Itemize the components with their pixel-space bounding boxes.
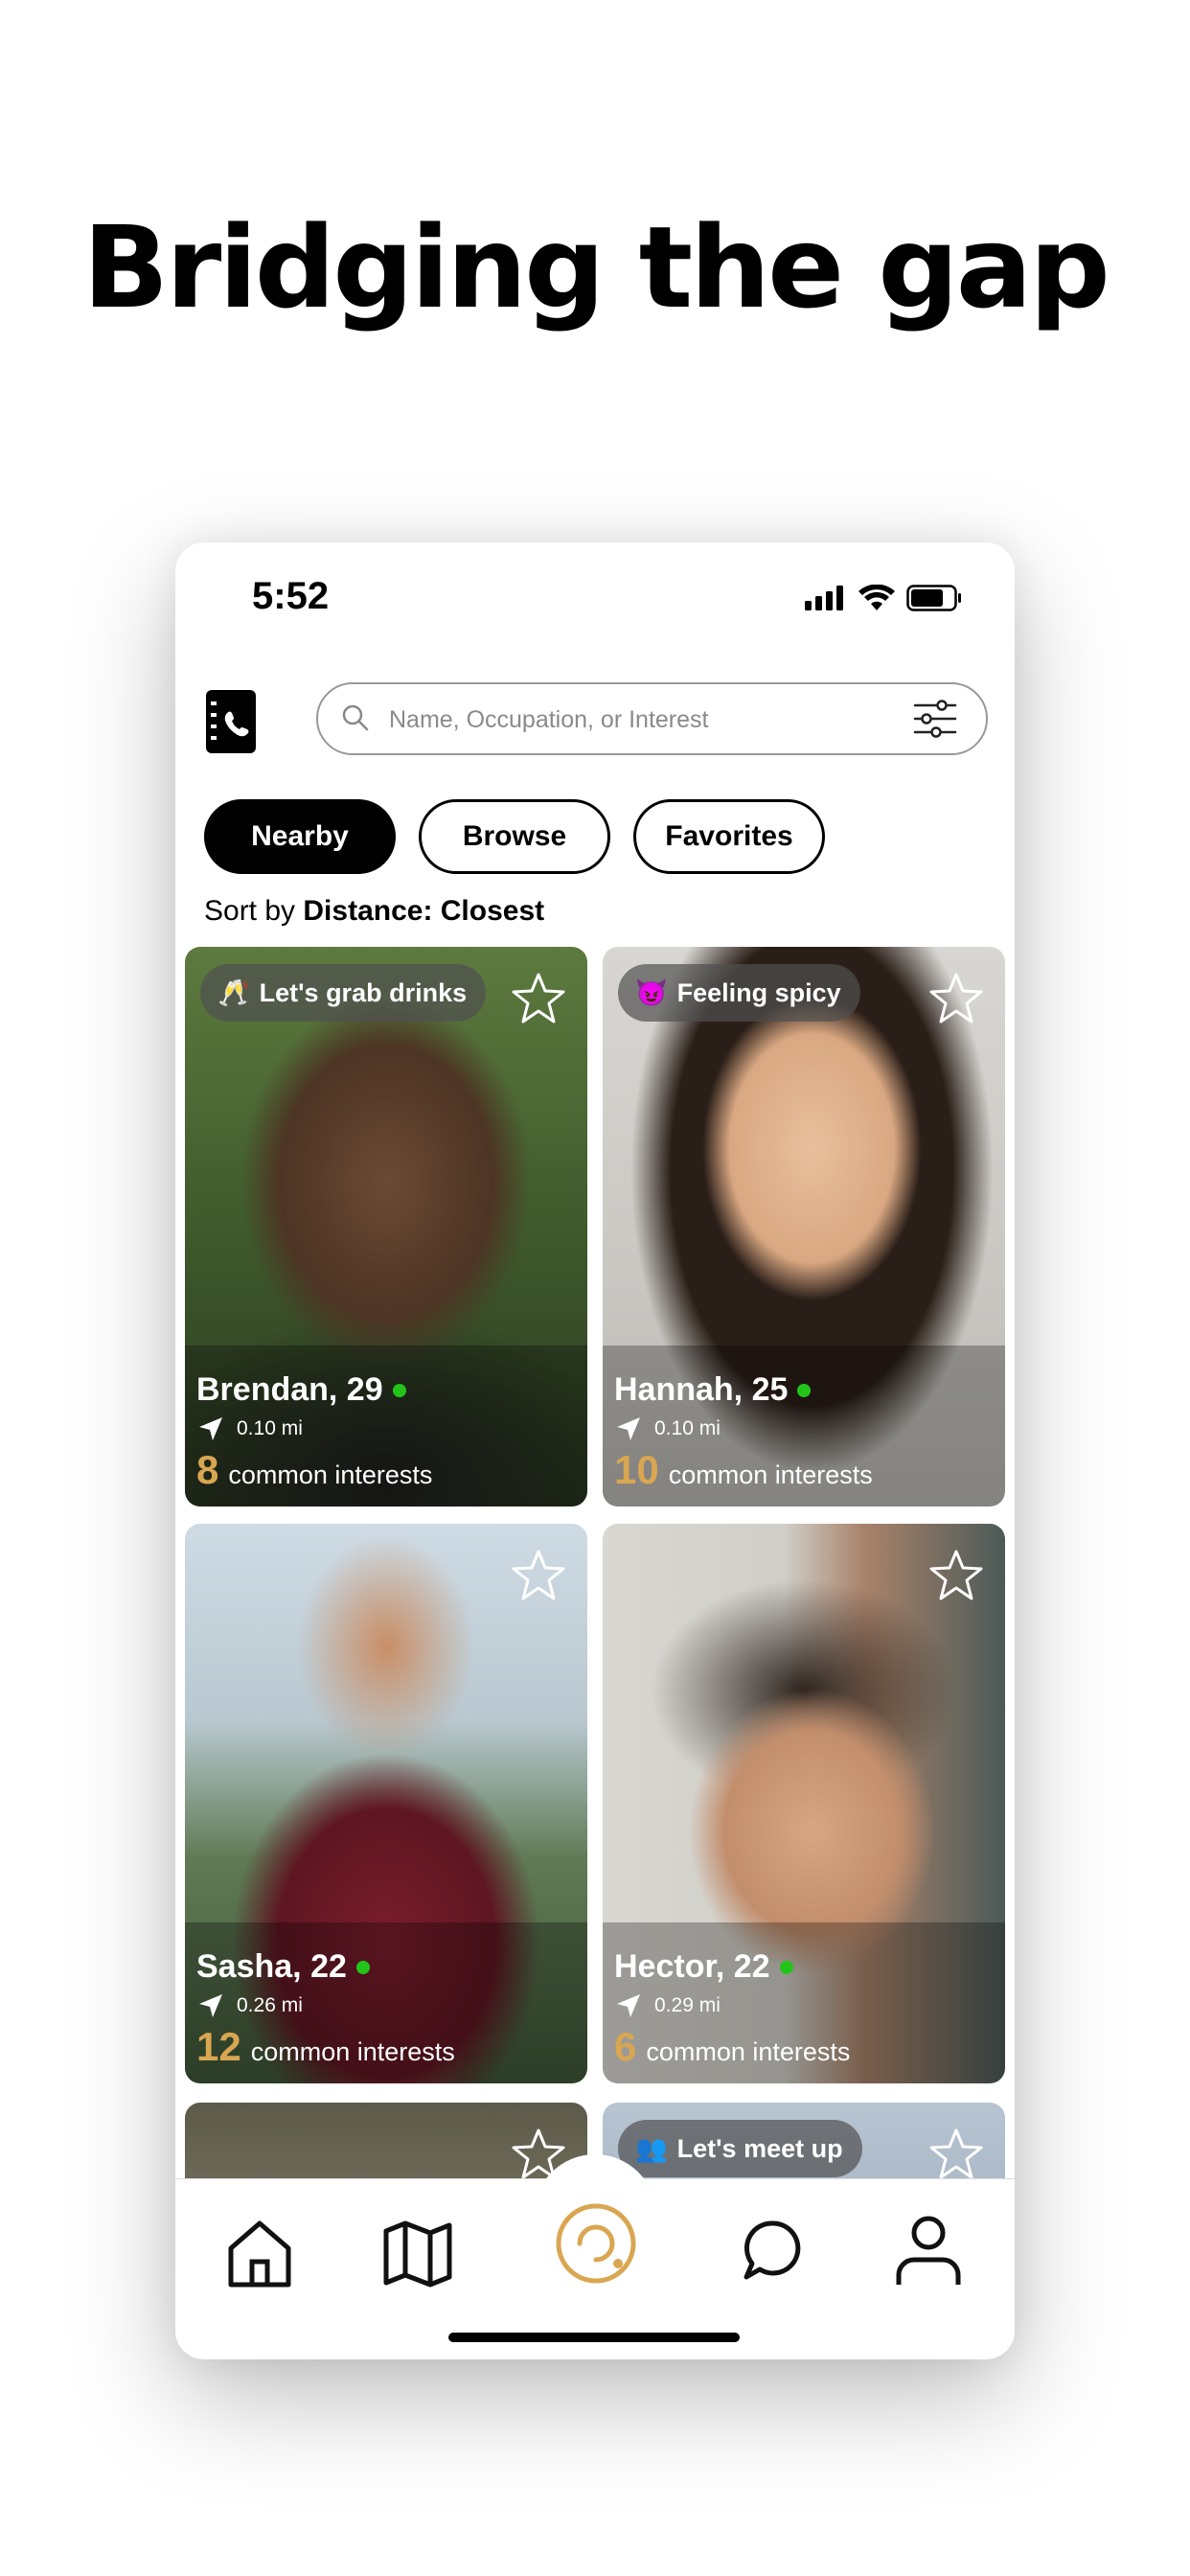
interest-count: 8 <box>196 1447 219 1492</box>
profile-card[interactable]: Hector, 22 0.29 mi 6 common interests <box>603 1524 1005 2083</box>
profile-name: Brendan, 29 <box>196 1371 406 1409</box>
sort-prefix: Sort by <box>204 895 296 927</box>
profile-name-text: Hector, 22 <box>614 1948 770 1985</box>
status-chip: 😈 Feeling spicy <box>618 964 860 1022</box>
bottom-nav <box>175 2154 1015 2359</box>
interest-label: common interests <box>250 2037 455 2066</box>
battery-icon <box>906 585 961 611</box>
distance-text: 0.26 mi <box>237 1994 303 2016</box>
interest-count: 6 <box>614 2024 637 2069</box>
app-logo[interactable] <box>206 690 256 753</box>
profile-distance: 0.10 mi <box>198 1416 303 1441</box>
interest-count: 12 <box>196 2024 241 2069</box>
common-interests: 10 common interests <box>614 1447 873 1493</box>
online-indicator <box>797 1383 812 1397</box>
profile-card[interactable]: Sasha, 22 0.26 mi 12 common interests <box>185 1524 587 2083</box>
distance-text: 0.10 mi <box>237 1417 303 1439</box>
status-chip: 👥 Let's meet up <box>618 2120 862 2177</box>
profile-name-text: Sasha, 22 <box>196 1948 347 1985</box>
profile-name-text: Hannah, 25 <box>614 1371 789 1408</box>
home-icon[interactable] <box>225 2218 294 2288</box>
favorite-star-icon[interactable] <box>928 1549 984 1602</box>
devil-icon: 😈 <box>635 978 668 1007</box>
interest-count: 10 <box>614 1447 659 1492</box>
profile-icon[interactable] <box>894 2214 963 2288</box>
status-time: 5:52 <box>252 575 330 617</box>
common-interests: 6 common interests <box>614 2024 850 2070</box>
search-icon <box>342 704 369 731</box>
favorite-star-icon[interactable] <box>511 1549 566 1602</box>
location-arrow-icon <box>199 1994 222 2017</box>
interest-label: common interests <box>228 1460 433 1489</box>
status-text: Feeling spicy <box>676 978 841 1007</box>
profile-card[interactable]: 😈 Feeling spicy Hannah, 25 0.10 mi 10 co… <box>603 947 1005 1506</box>
favorite-star-icon[interactable] <box>511 972 566 1025</box>
search-input[interactable] <box>387 698 927 742</box>
distance-text: 0.10 mi <box>654 1417 721 1439</box>
favorite-star-icon[interactable] <box>928 2128 984 2181</box>
profile-distance: 0.26 mi <box>198 1993 303 2018</box>
favorite-star-icon[interactable] <box>928 972 984 1025</box>
online-indicator <box>355 1960 370 1974</box>
top-bar <box>206 682 988 759</box>
home-indicator <box>448 2333 740 2342</box>
wifi-icon <box>858 585 895 610</box>
phone-book-icon <box>211 702 249 740</box>
profile-card[interactable]: 🥂 Let's grab drinks Brendan, 29 0.10 mi … <box>185 947 587 1506</box>
status-text: Let's grab drinks <box>259 978 468 1007</box>
status-chip: 🥂 Let's grab drinks <box>200 964 487 1022</box>
common-interests: 8 common interests <box>196 1447 432 1493</box>
radar-icon[interactable] <box>553 2200 639 2287</box>
profile-name: Hannah, 25 <box>614 1371 812 1409</box>
location-arrow-icon <box>617 1994 640 2017</box>
signal-icon <box>805 586 843 610</box>
location-arrow-icon <box>199 1417 222 1440</box>
profile-name: Hector, 22 <box>614 1948 793 1986</box>
online-indicator <box>779 1960 793 1974</box>
interest-label: common interests <box>668 1460 873 1489</box>
chat-icon[interactable] <box>741 2218 806 2283</box>
profile-distance: 0.29 mi <box>616 1993 721 2018</box>
status-icons <box>805 585 962 611</box>
sort-control[interactable]: Sort by Distance: Closest <box>204 895 544 928</box>
common-interests: 12 common interests <box>196 2024 455 2070</box>
map-icon[interactable] <box>382 2218 453 2288</box>
status-text: Let's meet up <box>676 2133 843 2163</box>
tab-bar: Nearby Browse Favorites <box>204 799 825 874</box>
distance-text: 0.29 mi <box>654 1994 721 2016</box>
group-icon: 👥 <box>635 2134 668 2163</box>
profile-distance: 0.10 mi <box>616 1416 721 1441</box>
tab-nearby[interactable]: Nearby <box>204 799 396 874</box>
phone-frame: 5:52 Name, Occupation, or Interest Nearb… <box>175 542 1015 2359</box>
filter-sliders-icon[interactable] <box>913 698 957 740</box>
tab-favorites[interactable]: Favorites <box>633 799 825 874</box>
online-indicator <box>392 1383 406 1397</box>
page-headline: Bridging the gap <box>82 201 1110 334</box>
search-bar[interactable] <box>316 682 988 755</box>
interest-label: common interests <box>646 2037 851 2066</box>
location-arrow-icon <box>617 1417 640 1440</box>
sort-value: Distance: Closest <box>303 895 545 927</box>
profile-name: Sasha, 22 <box>196 1948 370 1986</box>
tab-browse[interactable]: Browse <box>419 799 610 874</box>
drinks-icon: 🥂 <box>217 978 250 1007</box>
profile-name-text: Brendan, 29 <box>196 1371 383 1408</box>
